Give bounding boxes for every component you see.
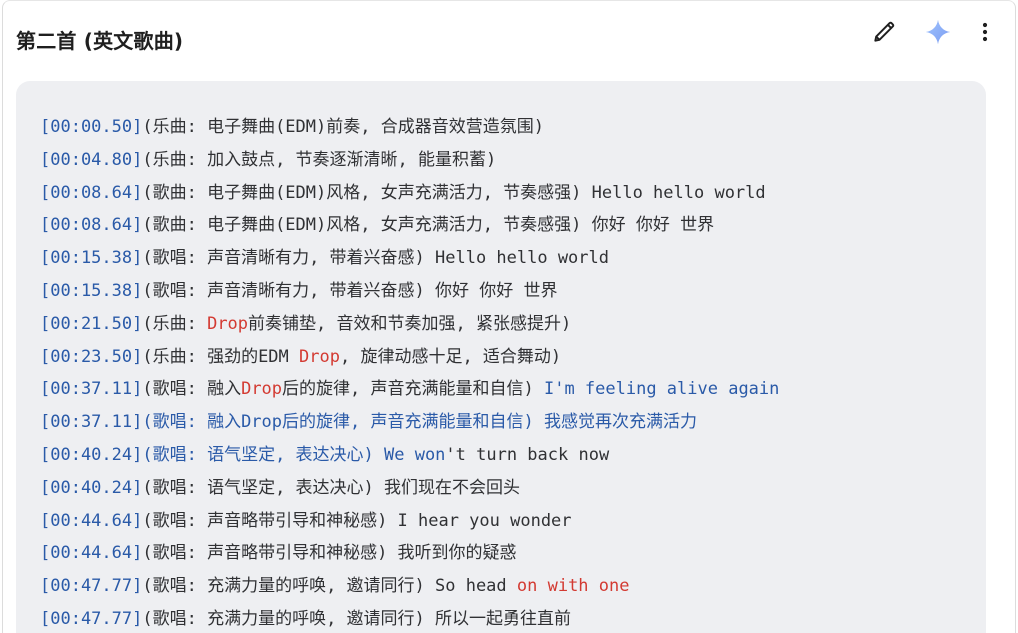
lyric-text: (歌唱: 充满力量的呼唤, 邀请同行) So head <box>142 576 517 597</box>
gemini-button[interactable] <box>921 15 955 49</box>
more-options-button[interactable] <box>975 15 995 49</box>
lyric-line: [00:44.64](歌唱: 声音略带引导和神秘感) 我听到你的疑惑 <box>40 537 986 570</box>
lyric-text: 't turn back now <box>445 444 610 465</box>
lyric-text: (歌唱: 声音清晰有力, 带着兴奋感) Hello hello world <box>142 248 609 269</box>
lyric-text: (歌曲: 电子舞曲(EDM)风格, 女声充满活力, 节奏感强) Hello he… <box>142 182 766 203</box>
lyric-text: (歌唱: 充满力量的呼唤, 邀请同行) 所以一起勇往直前 <box>142 608 572 629</box>
lyric-line: [00:08.64](歌曲: 电子舞曲(EDM)风格, 女声充满活力, 节奏感强… <box>40 209 986 242</box>
lyric-line: [00:08.64](歌曲: 电子舞曲(EDM)风格, 女声充满活力, 节奏感强… <box>40 177 986 210</box>
lyric-line: [00:47.77](歌唱: 充满力量的呼唤, 邀请同行) So head on… <box>40 570 986 603</box>
lyric-line: [00:15.38](歌唱: 声音清晰有力, 带着兴奋感) Hello hell… <box>40 242 986 275</box>
page-title: 第二首 (英文歌曲) <box>16 29 184 53</box>
lyric-text: (歌唱: 声音清晰有力, 带着兴奋感) 你好 你好 世界 <box>142 280 558 301</box>
lyric-timestamp: [00:44.64] <box>40 543 143 564</box>
lyric-timestamp: [00:00.50] <box>40 117 143 137</box>
lyric-timestamp: [00:47.77] <box>40 576 143 597</box>
header-actions <box>847 15 995 49</box>
lyrics-code-block: [00:00.50](乐曲: 电子舞曲(EDM)前奏, 合成器音效营造氛围) [0… <box>16 81 986 633</box>
lyric-timestamp: [00:37.11] <box>40 412 143 433</box>
lyric-text: (乐曲: <box>142 313 208 334</box>
edit-button[interactable] <box>867 15 901 49</box>
lyric-timestamp: [00:37.11] <box>40 379 143 400</box>
lyric-keyword: Drop <box>241 379 283 400</box>
lyric-line: [00:23.50](乐曲: 强劲的EDM Drop, 旋律动感十足, 适合舞动… <box>40 341 986 374</box>
lyric-keyword: Drop <box>207 313 249 334</box>
lyric-line: [00:47.77](歌唱: 充满力量的呼唤, 邀请同行) 所以一起勇往直前 <box>40 603 986 633</box>
lyric-text: I'm feeling alive again <box>543 379 780 400</box>
lyric-timestamp: [00:44.64] <box>40 510 143 531</box>
lyric-text: , 旋律动感十足, 适合舞动) <box>339 346 562 367</box>
lyric-text: (歌曲: 电子舞曲(EDM)风格, 女声充满活力, 节奏感强) 你好 你好 世界 <box>142 215 715 236</box>
lyric-text: (乐曲: 电子舞曲(EDM)前奏, 合成器音效营造氛围) <box>142 117 544 137</box>
lyric-text: (乐曲: 强劲的EDM <box>142 346 300 367</box>
lyric-line: [00:37.11](歌唱: 融入Drop后的旋律, 声音充满能量和自信) I'… <box>40 373 986 406</box>
response-card: 第二首 (英文歌曲) [00:00.50](乐曲: 电子舞曲(EDM)前奏, 合… <box>2 0 1016 633</box>
lyric-text: (歌唱: 声音略带引导和神秘感) 我听到你的疑惑 <box>142 543 517 564</box>
lyric-keyword: Drop <box>299 346 340 367</box>
lyric-timestamp: [00:47.77] <box>40 608 143 629</box>
lyric-line: [00:00.50](乐曲: 电子舞曲(EDM)前奏, 合成器音效营造氛围) <box>40 111 986 144</box>
card-header: 第二首 (英文歌曲) <box>3 1 1015 77</box>
edit-icon <box>874 21 895 42</box>
lyric-timestamp: [00:15.38] <box>40 280 143 301</box>
lyric-text: (歌唱: 语气坚定, 表达决心) We won <box>142 444 446 465</box>
lyric-timestamp: [00:23.50] <box>40 346 143 367</box>
lyric-line: [00:21.50](乐曲: Drop前奏铺垫, 音效和节奏加强, 紧张感提升) <box>40 308 986 341</box>
lyric-timestamp: [00:40.24] <box>40 444 143 465</box>
lyric-timestamp: [00:40.24] <box>40 477 143 498</box>
lyric-text: (乐曲: 加入鼓点, 节奏逐渐清晰, 能量积蓄) <box>142 149 497 170</box>
lyric-text: (歌唱: 融入Drop后的旋律, 声音充满能量和自信) 我感觉再次充满活力 <box>142 412 697 433</box>
lyric-text: (歌唱: 声音略带引导和神秘感) I hear you wonder <box>142 510 572 531</box>
lyric-timestamp: [00:04.80] <box>40 149 143 170</box>
lyric-timestamp: [00:15.38] <box>40 248 143 269</box>
lyric-text: (歌唱: 语气坚定, 表达决心) 我们现在不会回头 <box>142 477 521 498</box>
lyric-timestamp: [00:08.64] <box>40 215 143 236</box>
lyric-line: [00:04.80](乐曲: 加入鼓点, 节奏逐渐清晰, 能量积蓄) <box>40 144 986 177</box>
lyric-line: [00:40.24](歌唱: 语气坚定, 表达决心) 我们现在不会回头 <box>40 472 986 505</box>
lyric-keyword: on with one <box>516 576 630 597</box>
lyric-text: (歌唱: 融入 <box>142 379 242 400</box>
lyric-line: [00:37.11](歌唱: 融入Drop后的旋律, 声音充满能量和自信) 我感… <box>40 406 986 439</box>
lyric-line: [00:44.64](歌唱: 声音略带引导和神秘感) I hear you wo… <box>40 505 986 538</box>
lyric-timestamp: [00:21.50] <box>40 313 143 334</box>
lyric-line: [00:40.24](歌唱: 语气坚定, 表达决心) We won't turn… <box>40 439 986 472</box>
lyric-line: [00:15.38](歌唱: 声音清晰有力, 带着兴奋感) 你好 你好 世界 <box>40 275 986 308</box>
sparkle-icon <box>925 19 951 45</box>
lyric-text: 后的旋律, 声音充满能量和自信) <box>282 379 544 400</box>
lyric-text: 前奏铺垫, 音效和节奏加强, 紧张感提升) <box>248 313 572 334</box>
lyric-timestamp: [00:08.64] <box>40 182 143 203</box>
more-vert-icon <box>982 22 988 42</box>
